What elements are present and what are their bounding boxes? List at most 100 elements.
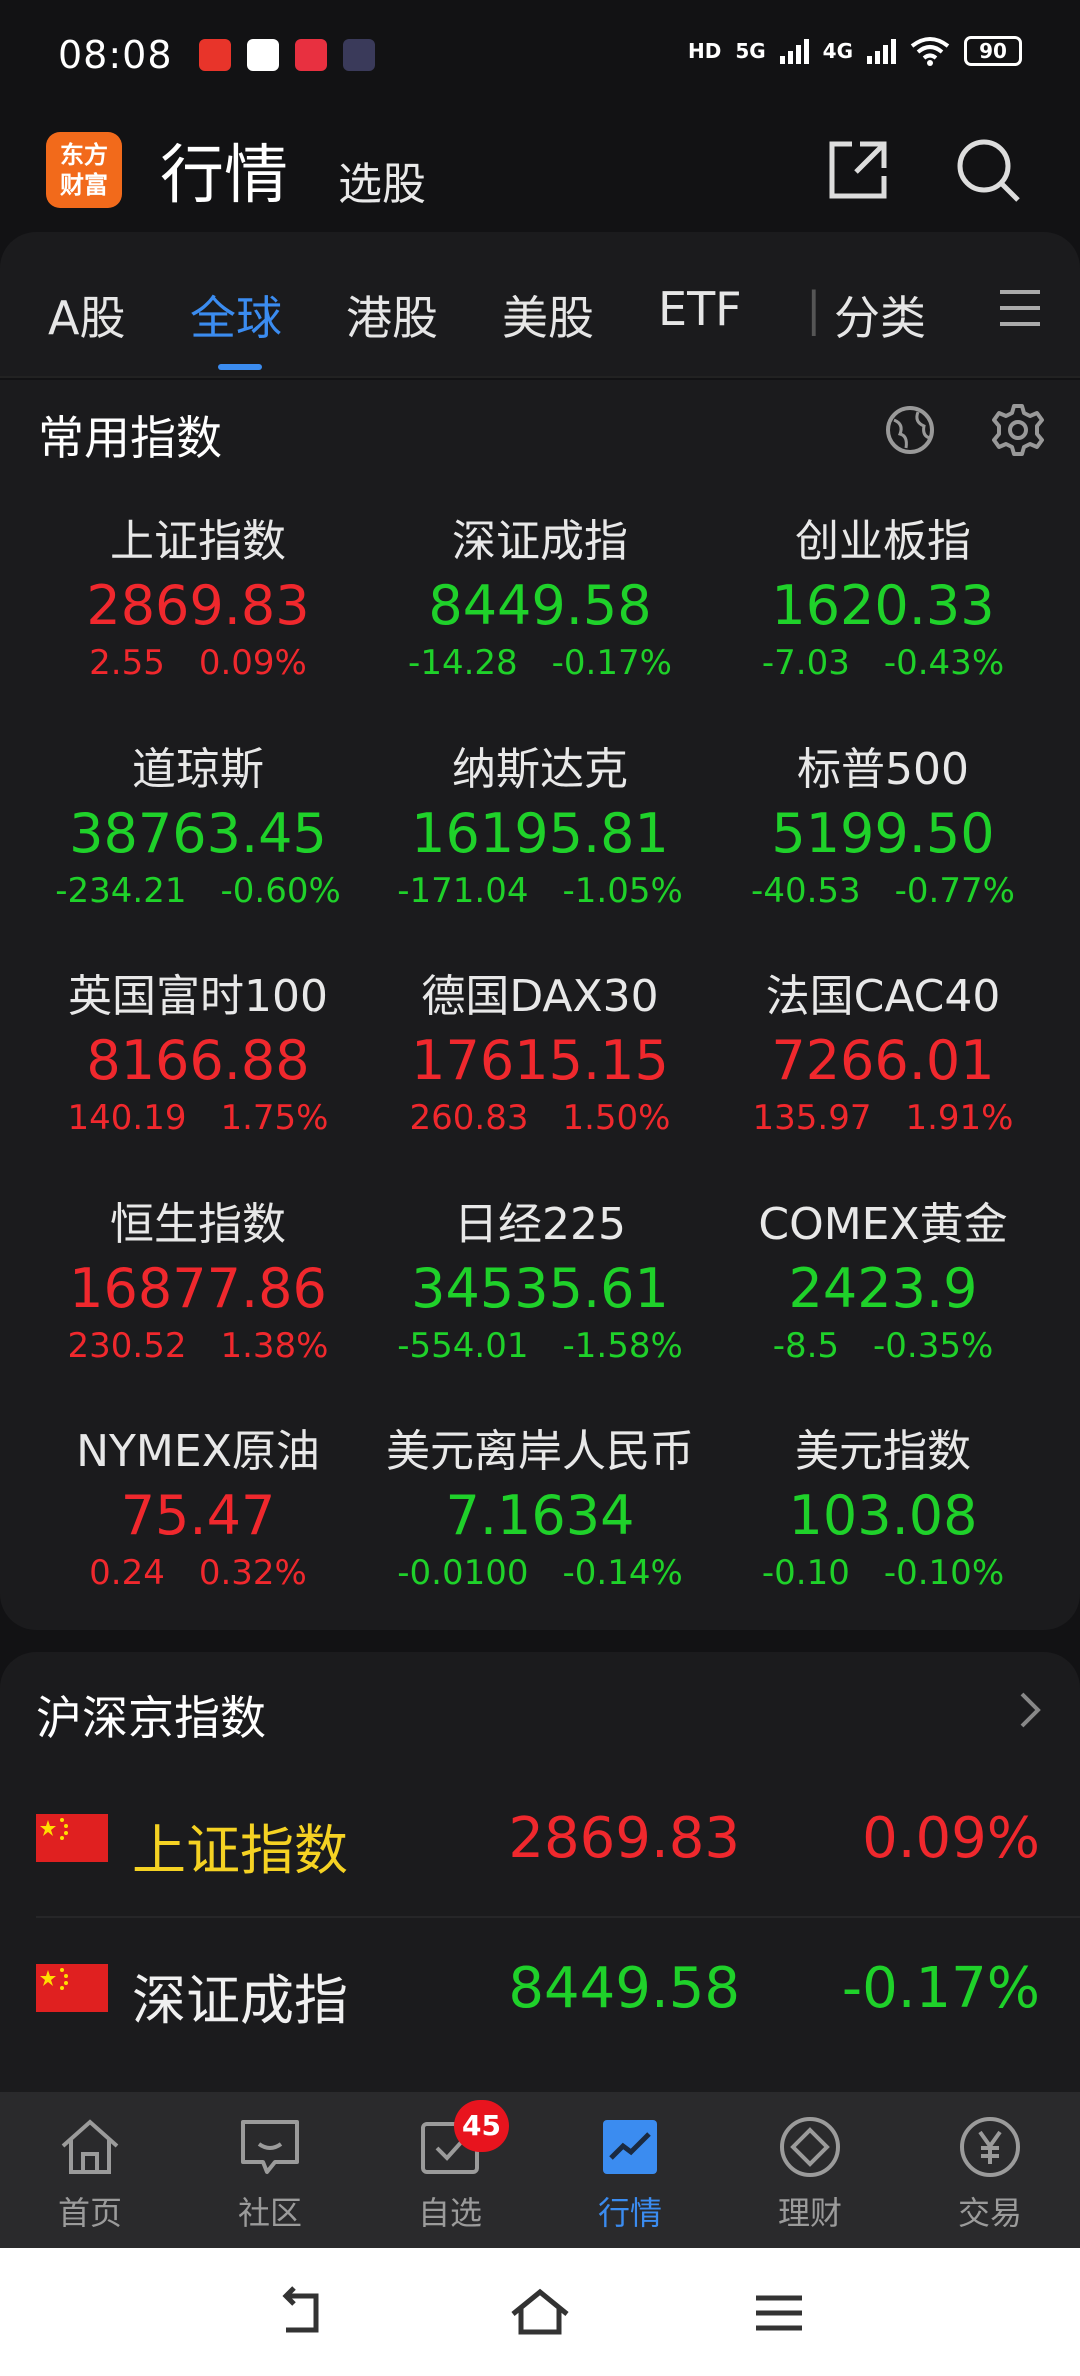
nav-home[interactable]: 首页 xyxy=(0,2112,180,2234)
index-cell[interactable]: 德国DAX30 17615.15 260.83 1.50% xyxy=(370,967,710,1141)
index-change: -40.53 -0.77% xyxy=(713,868,1053,914)
index-change: -0.10 -0.10% xyxy=(713,1550,1053,1596)
index-change-value: -171.04 xyxy=(397,871,529,911)
home-button-icon[interactable] xyxy=(505,2278,575,2348)
hs-index-row[interactable]: 上证指数 2869.83 0.09% xyxy=(0,1768,1080,1918)
index-change-value: -554.01 xyxy=(397,1326,529,1366)
index-change: -554.01 -1.58% xyxy=(370,1323,710,1369)
section-title: 常用指数 xyxy=(38,411,222,465)
tab-global[interactable]: 全球 xyxy=(190,282,282,348)
index-cell[interactable]: 英国富时100 8166.88 140.19 1.75% xyxy=(28,967,368,1141)
tabs-menu-icon[interactable] xyxy=(1000,290,1040,338)
index-name: COMEX黄金 xyxy=(758,1199,1008,1250)
index-change: -0.0100 -0.14% xyxy=(370,1550,710,1596)
index-change-pct: -1.05% xyxy=(562,871,683,911)
hd-icon: HD xyxy=(687,39,722,63)
index-cell[interactable]: 日经225 34535.61 -554.01 -1.58% xyxy=(370,1195,710,1369)
index-price: 16877.86 xyxy=(69,1257,327,1320)
tab-category[interactable]: 分类 xyxy=(834,282,926,348)
index-price: 8449.58 xyxy=(428,574,652,637)
index-change-value: 135.97 xyxy=(752,1098,872,1138)
app-notification-icon xyxy=(198,39,231,71)
index-change: 2.55 0.09% xyxy=(28,640,368,686)
signal-bars-icon xyxy=(779,38,809,64)
app-logo[interactable]: 东方 财富 xyxy=(46,132,122,208)
index-price: 38763.45 xyxy=(69,802,327,865)
index-cell[interactable]: COMEX黄金 2423.9 -8.5 -0.35% xyxy=(713,1195,1053,1369)
index-change: -7.03 -0.43% xyxy=(713,640,1053,686)
index-cell[interactable]: 上证指数 2869.83 2.55 0.09% xyxy=(28,512,368,686)
index-price: 2423.9 xyxy=(788,1257,978,1320)
index-cell[interactable]: 标普500 5199.50 -40.53 -0.77% xyxy=(713,740,1053,914)
section-title: 沪深京指数 xyxy=(36,1691,266,1745)
index-name: 美元指数 xyxy=(795,1426,971,1477)
search-icon[interactable] xyxy=(952,134,1024,206)
index-cell[interactable]: 美元指数 103.08 -0.10 -0.10% xyxy=(713,1422,1053,1596)
index-change-value: -8.5 xyxy=(772,1326,840,1366)
globe-icon[interactable] xyxy=(882,402,938,458)
china-flag-icon xyxy=(36,1964,108,2012)
stock-picker-link[interactable]: 选股 xyxy=(338,148,426,212)
index-price: 8449.58 xyxy=(508,1956,740,2021)
index-price: 7266.01 xyxy=(771,1029,995,1092)
index-change-pct: 1.91% xyxy=(905,1098,1014,1138)
index-change-pct: -0.17% xyxy=(551,643,672,683)
index-cell[interactable]: 恒生指数 16877.86 230.52 1.38% xyxy=(28,1195,368,1369)
tab-hk-shares[interactable]: 港股 xyxy=(346,282,438,348)
nav-market[interactable]: 行情 xyxy=(540,2112,720,2234)
menu-icon[interactable] xyxy=(744,2278,814,2348)
index-name: 美元离岸人民币 xyxy=(386,1426,694,1477)
index-change-value: -0.0100 xyxy=(397,1553,529,1593)
index-change-value: -0.10 xyxy=(761,1553,850,1593)
hs-index-row[interactable]: 深证成指 8449.58 -0.17% xyxy=(0,1918,1080,2068)
nav-wealth[interactable]: 理财 xyxy=(720,2112,900,2234)
index-change: 135.97 1.91% xyxy=(713,1095,1053,1141)
status-indicators: HD 5G 4G 90 xyxy=(688,36,1022,66)
index-price: 34535.61 xyxy=(411,1257,669,1320)
index-change-value: 140.19 xyxy=(67,1098,187,1138)
index-name: 纳斯达克 xyxy=(452,744,628,795)
nav-community[interactable]: 社区 xyxy=(180,2112,360,2234)
share-icon[interactable] xyxy=(822,134,894,206)
tab-etf[interactable]: ETF xyxy=(658,282,742,336)
nav-trade[interactable]: 交易 xyxy=(900,2112,1080,2234)
settings-gear-icon[interactable] xyxy=(990,402,1046,458)
index-change: 0.24 0.32% xyxy=(28,1550,368,1596)
battery-icon: 90 xyxy=(964,36,1022,66)
index-change: 230.52 1.38% xyxy=(28,1323,368,1369)
index-cell[interactable]: 创业板指 1620.33 -7.03 -0.43% xyxy=(713,512,1053,686)
app-notification-icon xyxy=(294,39,327,71)
system-navigation-bar xyxy=(0,2248,1080,2376)
index-change-value: -40.53 xyxy=(751,871,861,911)
hs-indices-card: 沪深京指数 上证指数 2869.83 0.09% 深证成指 8449.58 -0… xyxy=(0,1652,1080,2092)
index-cell[interactable]: 纳斯达克 16195.81 -171.04 -1.05% xyxy=(370,740,710,914)
index-name: 法国CAC40 xyxy=(765,971,1001,1022)
index-change-pct: 0.09% xyxy=(862,1806,1040,1871)
index-change-value: 260.83 xyxy=(409,1098,529,1138)
index-cell[interactable]: NYMEX原油 75.47 0.24 0.32% xyxy=(28,1422,368,1596)
wifi-icon xyxy=(910,37,950,66)
4g-signal-icon: 4G xyxy=(822,39,853,63)
index-name: 标普500 xyxy=(797,744,969,795)
index-cell[interactable]: 法国CAC40 7266.01 135.97 1.91% xyxy=(713,967,1053,1141)
yuan-icon xyxy=(960,2117,1020,2177)
index-change-pct: -0.14% xyxy=(562,1553,683,1593)
index-change-value: -234.21 xyxy=(55,871,187,911)
common-indices-card: 常用指数 上证指数 2869.83 2.55 0.09% 深证成指 8449.58 -14.… xyxy=(0,380,1080,1630)
tab-us-shares[interactable]: 美股 xyxy=(502,282,594,348)
tab-a-shares[interactable]: A股 xyxy=(48,282,125,348)
index-cell[interactable]: 道琼斯 38763.45 -234.21 -0.60% xyxy=(28,740,368,914)
index-cell[interactable]: 美元离岸人民币 7.1634 -0.0100 -0.14% xyxy=(370,1422,710,1596)
index-cell[interactable]: 深证成指 8449.58 -14.28 -0.17% xyxy=(370,512,710,686)
nav-watchlist[interactable]: 自选 xyxy=(360,2112,540,2234)
index-name: 创业板指 xyxy=(795,516,971,567)
index-change-value: -7.03 xyxy=(761,643,850,683)
index-name: 德国DAX30 xyxy=(421,971,659,1022)
market-chart-icon xyxy=(603,2120,657,2174)
index-change-pct: -0.77% xyxy=(894,871,1015,911)
index-change-pct: -0.60% xyxy=(220,871,341,911)
chevron-right-icon[interactable] xyxy=(1010,1690,1050,1730)
home-icon xyxy=(61,2119,119,2174)
back-icon[interactable] xyxy=(266,2278,336,2348)
nav-label: 社区 xyxy=(237,2194,302,2232)
